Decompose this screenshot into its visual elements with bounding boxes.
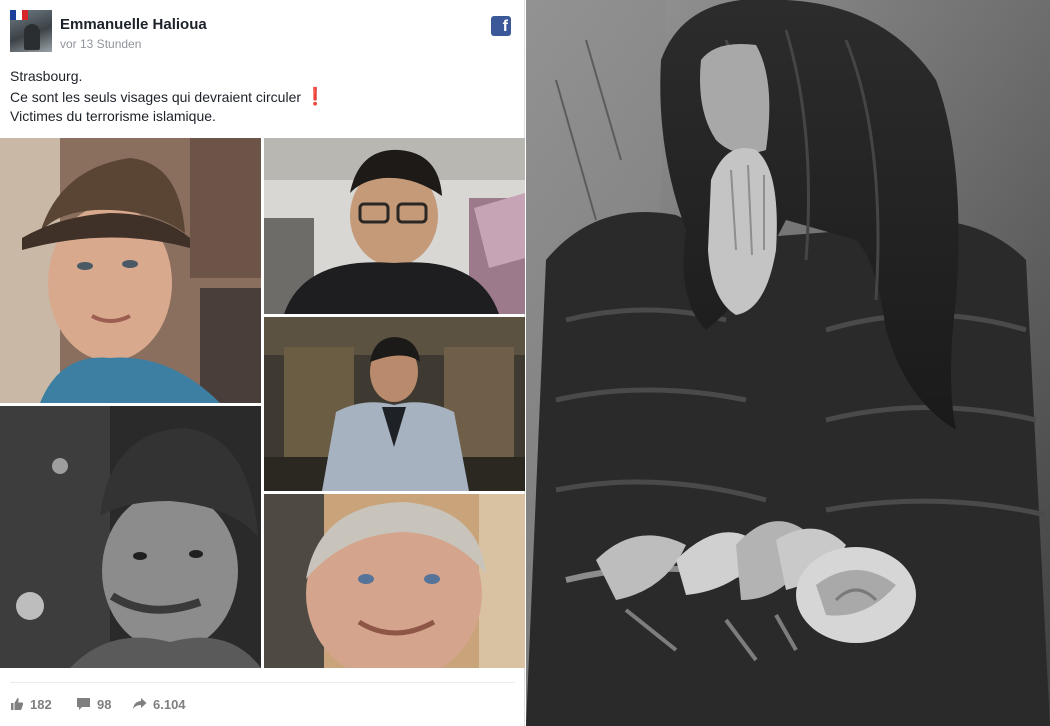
post-line-2-text: Ce sont les seuls visages qui devraient …: [10, 89, 302, 105]
victim-photo-4[interactable]: [0, 406, 261, 668]
author-name[interactable]: Emmanuelle Halioua: [60, 16, 207, 33]
author-avatar[interactable]: [10, 10, 52, 52]
thumbs-up-icon: [11, 698, 24, 710]
share-arrow-icon: [133, 698, 147, 709]
stats-divider: [10, 682, 515, 683]
shares-count: 6.104: [153, 696, 186, 712]
post-line-2: Ce sont les seuls visages qui devraient …: [10, 87, 515, 107]
avatar-figure: [24, 24, 40, 50]
comments-stat[interactable]: 98: [76, 694, 111, 714]
victim-photo-5[interactable]: [264, 494, 525, 668]
facebook-icon: f: [491, 16, 511, 36]
victim-photo-1[interactable]: [0, 138, 261, 403]
reactions-count: 182: [30, 696, 52, 712]
post-text: Strasbourg. Ce sont les seuls visages qu…: [10, 67, 515, 127]
photo-collage: [0, 138, 525, 668]
post-timestamp[interactable]: vor 13 Stunden: [60, 37, 141, 51]
comments-count: 98: [97, 696, 112, 712]
post-line-1: Strasbourg.: [10, 68, 83, 84]
exclamation-icon: ❗: [304, 87, 327, 106]
grieving-woman-photo: [526, 0, 1050, 726]
facebook-post-card: Emmanuelle Halioua vor 13 Stunden f Stra…: [0, 0, 525, 726]
victim-photo-2[interactable]: [264, 138, 525, 314]
shares-stat[interactable]: 6.104: [132, 694, 186, 714]
victim-photo-3[interactable]: [264, 317, 525, 491]
post-line-3: Victimes du terrorisme islamique.: [10, 108, 216, 124]
speech-bubble-icon: [77, 698, 90, 710]
post-header: Emmanuelle Halioua vor 13 Stunden f: [10, 10, 515, 54]
french-flag-icon: [10, 10, 28, 20]
reactions-stat[interactable]: 182: [10, 694, 52, 714]
